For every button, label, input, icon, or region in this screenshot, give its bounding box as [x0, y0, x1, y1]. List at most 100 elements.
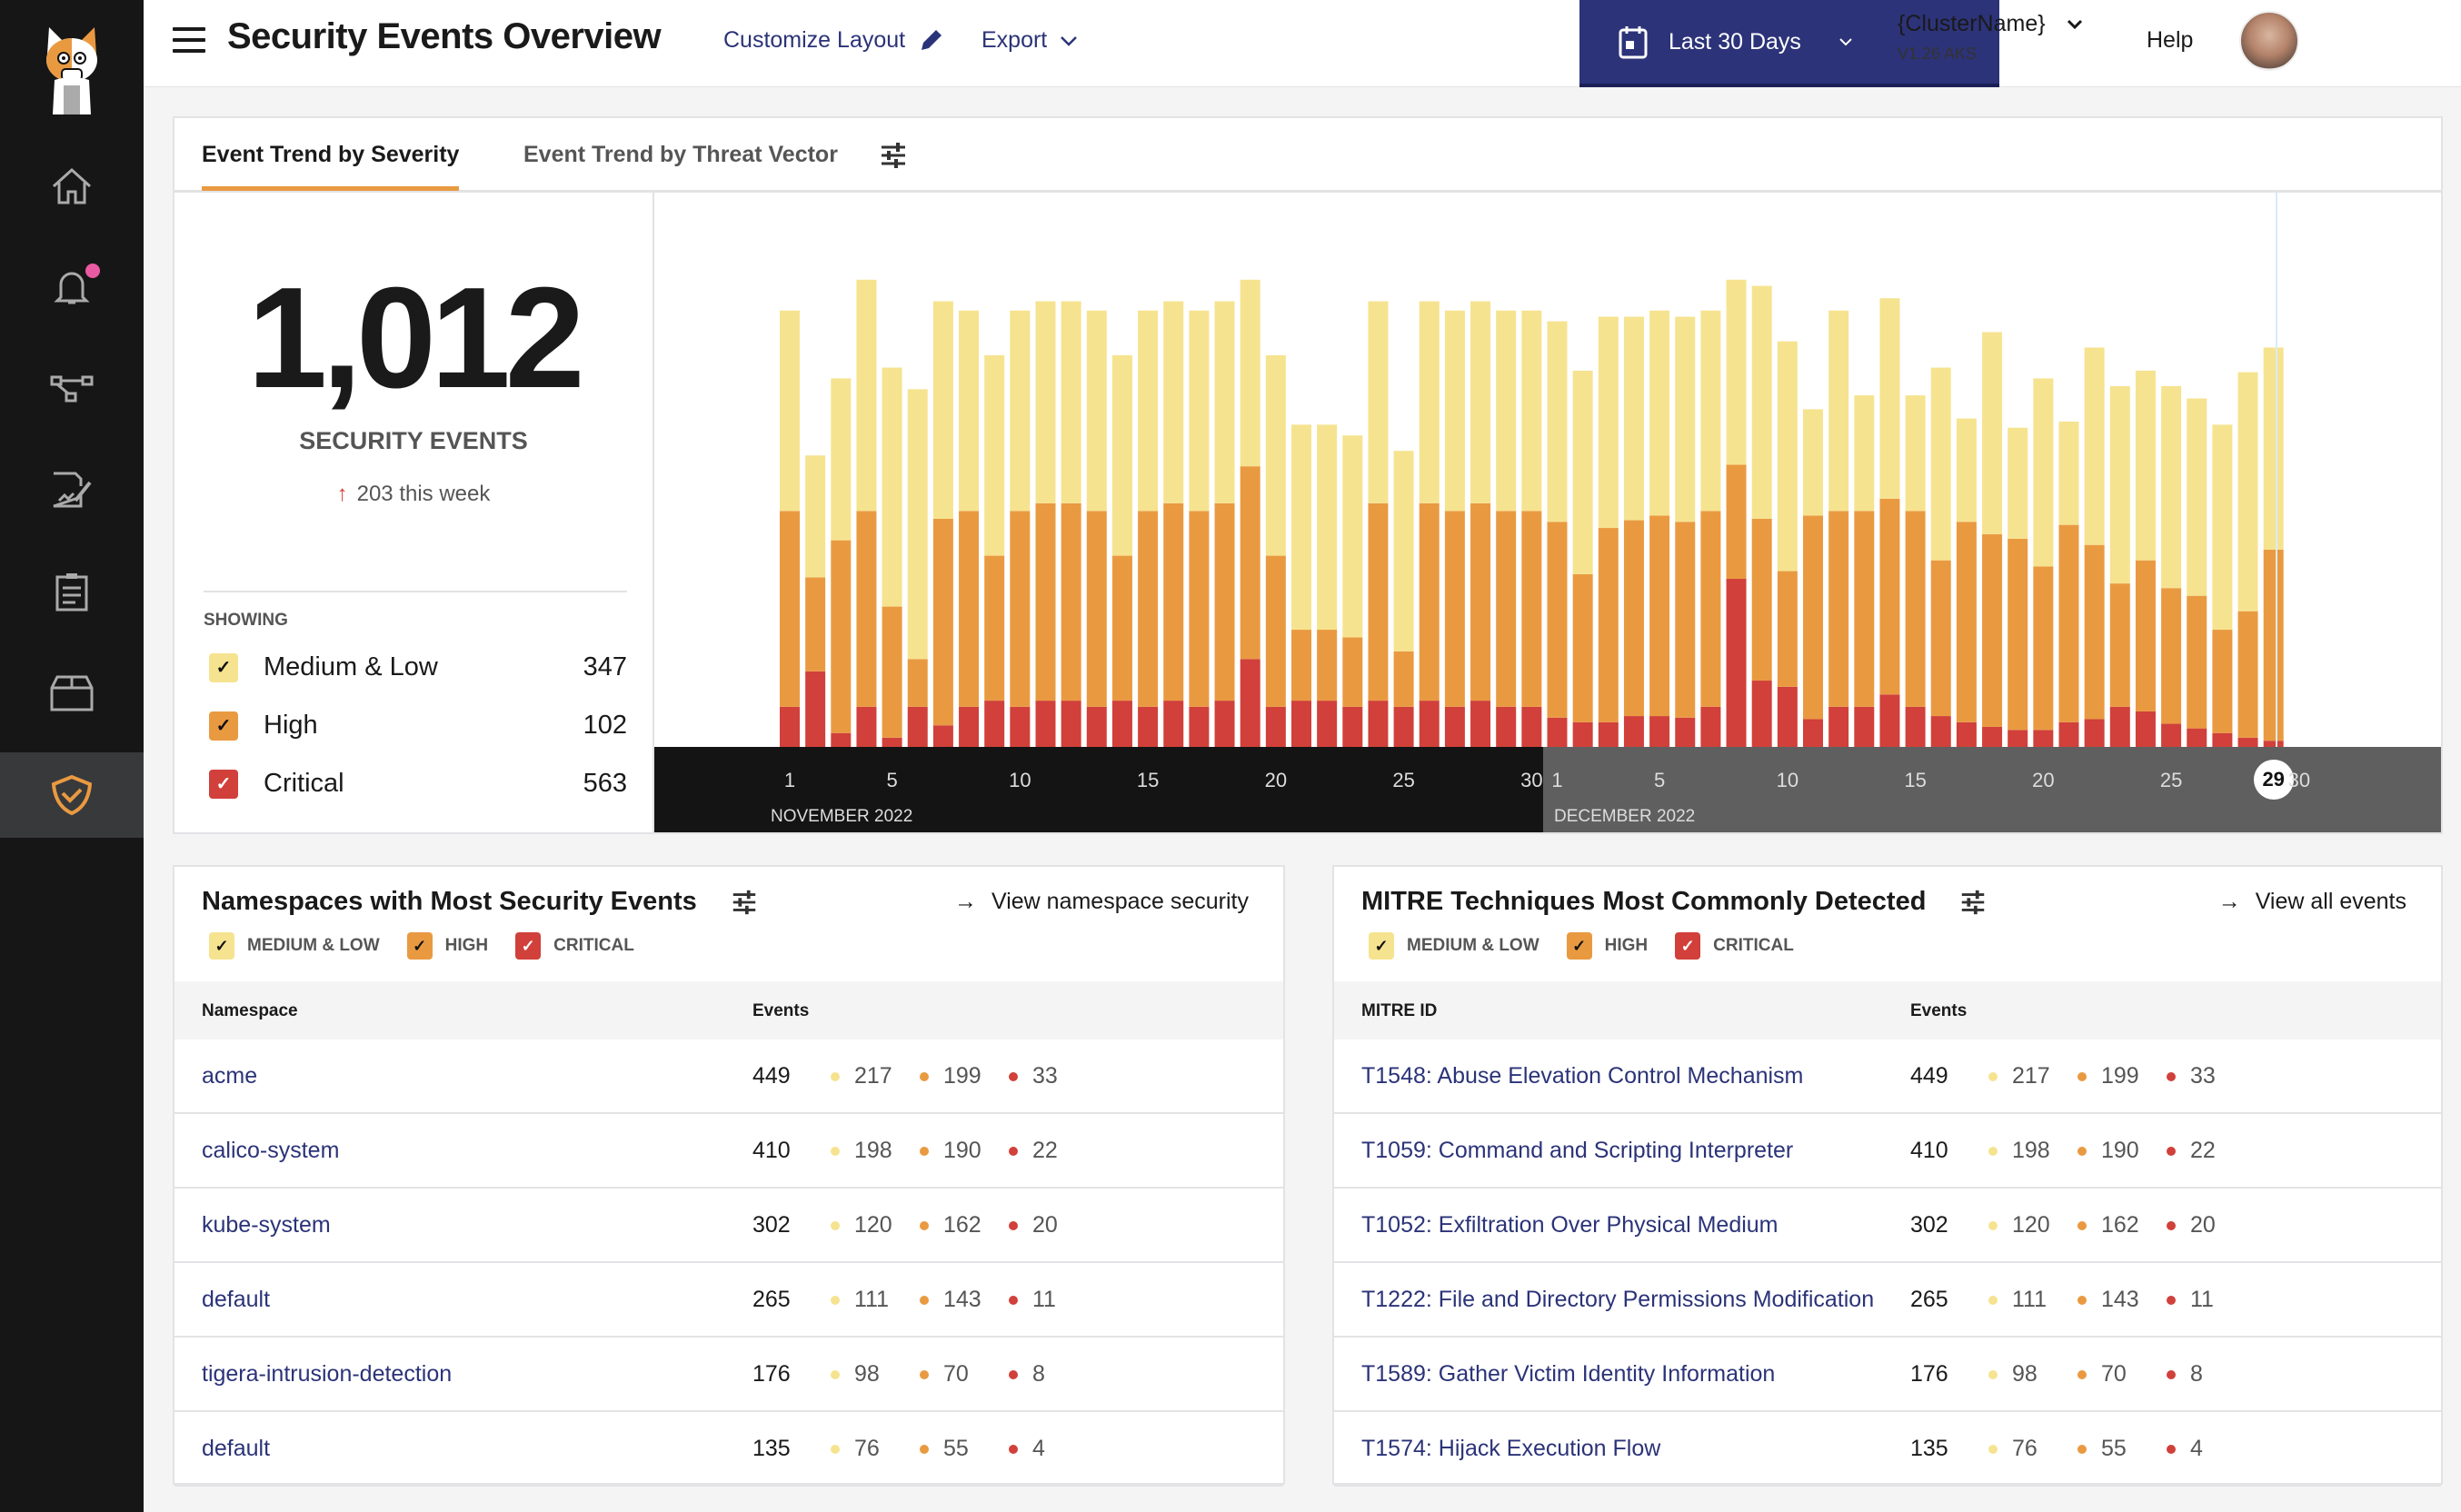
bar-high-dec-14[interactable] [1879, 498, 1900, 695]
export-button[interactable]: Export [981, 27, 1078, 54]
filter-high[interactable]: ✓ HIGH [1566, 932, 1648, 960]
bar-high-dec-11[interactable] [1803, 515, 1823, 720]
bar-high-dec-9[interactable] [1751, 518, 1772, 681]
bar-medium-low-dec-17[interactable] [1956, 418, 1977, 522]
legend-medium-low[interactable]: ✓ Medium & Low 347 [209, 652, 627, 682]
table-row[interactable]: T1222: File and Directory Permissions Mo… [1334, 1263, 2441, 1338]
bar-critical-nov-5[interactable] [882, 737, 902, 747]
bar-medium-low-nov-23[interactable] [1342, 435, 1363, 638]
bar-critical-dec-12[interactable] [1828, 706, 1849, 747]
bar-critical-dec-26[interactable] [2187, 728, 2207, 747]
bar-critical-nov-30[interactable] [1521, 706, 1542, 747]
bar-high-dec-4[interactable] [1623, 520, 1644, 717]
bar-high-dec-19[interactable] [2008, 538, 2028, 731]
filter-medium-low[interactable]: ✓ MEDIUM & LOW [209, 932, 380, 960]
sidebar-item-inventory[interactable] [0, 651, 144, 736]
row-name-link[interactable]: T1059: Command and Scripting Interpreter [1361, 1138, 1793, 1164]
table-row[interactable]: default 265 111 143 11 [174, 1263, 1283, 1338]
bar-medium-low-nov-29[interactable] [1496, 310, 1517, 512]
bar-critical-nov-14[interactable] [1111, 701, 1132, 747]
bar-critical-dec-4[interactable] [1623, 716, 1644, 747]
bar-high-nov-22[interactable] [1317, 630, 1338, 701]
filter-high[interactable]: ✓ HIGH [406, 932, 488, 960]
bar-medium-low-dec-23[interactable] [2109, 385, 2130, 584]
bar-critical-dec-29[interactable] [2263, 741, 2284, 747]
bar-critical-nov-28[interactable] [1470, 701, 1491, 747]
bar-critical-dec-22[interactable] [2084, 719, 2105, 747]
bar-medium-low-dec-3[interactable] [1598, 316, 1619, 529]
bar-medium-low-dec-7[interactable] [1700, 310, 1721, 512]
bar-high-nov-21[interactable] [1291, 630, 1311, 701]
bar-critical-dec-3[interactable] [1598, 721, 1619, 747]
bar-critical-nov-19[interactable] [1240, 659, 1260, 747]
checkbox-medium-low[interactable]: ✓ [209, 652, 238, 682]
bar-high-nov-10[interactable] [1010, 511, 1031, 707]
customize-layout-button[interactable]: Customize Layout [723, 27, 943, 54]
sidebar-item-alerts[interactable] [0, 244, 144, 329]
bar-medium-low-dec-26[interactable] [2187, 398, 2207, 596]
checkbox-critical[interactable]: ✓ [209, 769, 238, 799]
bar-high-dec-25[interactable] [2161, 588, 2182, 724]
bar-high-nov-15[interactable] [1138, 511, 1159, 707]
bar-medium-low-nov-7[interactable] [932, 301, 953, 519]
row-name-link[interactable]: T1548: Abuse Elevation Control Mechanism [1361, 1063, 1803, 1089]
bar-medium-low-nov-19[interactable] [1240, 279, 1260, 467]
bar-medium-low-dec-12[interactable] [1828, 310, 1849, 512]
bar-medium-low-nov-25[interactable] [1393, 451, 1414, 652]
bar-high-dec-29[interactable] [2263, 549, 2284, 741]
bar-high-nov-5[interactable] [882, 606, 902, 738]
bar-high-nov-14[interactable] [1111, 555, 1132, 701]
bar-critical-nov-20[interactable] [1265, 706, 1286, 747]
bar-high-nov-19[interactable] [1240, 466, 1260, 660]
bar-critical-nov-16[interactable] [1163, 701, 1184, 747]
bar-critical-dec-2[interactable] [1572, 721, 1593, 747]
bar-medium-low-dec-6[interactable] [1675, 316, 1696, 522]
bar-critical-nov-4[interactable] [856, 706, 877, 747]
bar-high-dec-26[interactable] [2187, 595, 2207, 729]
bar-medium-low-dec-14[interactable] [1879, 298, 1900, 499]
bar-high-nov-7[interactable] [932, 518, 953, 726]
bar-critical-nov-2[interactable] [805, 671, 826, 747]
bar-medium-low-dec-9[interactable] [1751, 285, 1772, 519]
bar-medium-low-dec-11[interactable] [1803, 409, 1823, 516]
bar-medium-low-dec-22[interactable] [2084, 347, 2105, 545]
bar-high-nov-16[interactable] [1163, 502, 1184, 701]
bar-high-dec-3[interactable] [1598, 528, 1619, 722]
checkbox-critical[interactable]: ✓ [515, 932, 542, 960]
bar-high-dec-13[interactable] [1854, 511, 1875, 707]
bar-high-dec-27[interactable] [2212, 630, 2233, 733]
bar-critical-nov-26[interactable] [1419, 701, 1440, 747]
sidebar-item-security[interactable] [0, 752, 144, 838]
bar-critical-dec-1[interactable] [1547, 717, 1568, 747]
bar-medium-low-nov-21[interactable] [1291, 424, 1311, 631]
bar-high-nov-30[interactable] [1521, 511, 1542, 707]
bar-critical-nov-25[interactable] [1393, 706, 1414, 747]
bar-medium-low-dec-8[interactable] [1726, 279, 1747, 465]
bar-critical-dec-17[interactable] [1956, 721, 1977, 747]
bar-high-nov-20[interactable] [1265, 555, 1286, 707]
bar-critical-dec-19[interactable] [2008, 730, 2028, 747]
bar-high-dec-6[interactable] [1675, 522, 1696, 718]
row-name-link[interactable]: T1574: Hijack Execution Flow [1361, 1436, 1660, 1462]
bar-medium-low-nov-24[interactable] [1368, 301, 1389, 503]
bar-critical-dec-18[interactable] [1982, 726, 2003, 747]
table-row[interactable]: kube-system 302 120 162 20 [174, 1189, 1283, 1263]
bar-high-nov-26[interactable] [1419, 502, 1440, 701]
sidebar-item-topology[interactable] [0, 345, 144, 431]
sidebar-item-compliance[interactable] [0, 549, 144, 634]
bar-critical-nov-12[interactable] [1061, 701, 1081, 747]
logo-cat-icon[interactable] [36, 20, 107, 120]
bar-high-nov-1[interactable] [780, 511, 800, 707]
help-link[interactable]: Help [2147, 27, 2193, 54]
cluster-selector[interactable]: {ClusterName} V1.26 AKS [1898, 11, 2084, 64]
bar-high-nov-17[interactable] [1189, 511, 1210, 707]
row-name-link[interactable]: T1589: Gather Victim Identity Informatio… [1361, 1361, 1775, 1388]
tab-trend-by-severity[interactable]: Event Trend by Severity [202, 142, 460, 191]
bar-medium-low-nov-13[interactable] [1086, 310, 1107, 512]
bar-high-nov-11[interactable] [1035, 502, 1056, 701]
table-row[interactable]: calico-system 410 198 190 22 [174, 1114, 1283, 1189]
bar-medium-low-dec-16[interactable] [1930, 367, 1951, 561]
table-row[interactable]: acme 449 217 199 33 [174, 1040, 1283, 1114]
bar-medium-low-dec-1[interactable] [1547, 321, 1568, 522]
bar-medium-low-dec-2[interactable] [1572, 370, 1593, 574]
